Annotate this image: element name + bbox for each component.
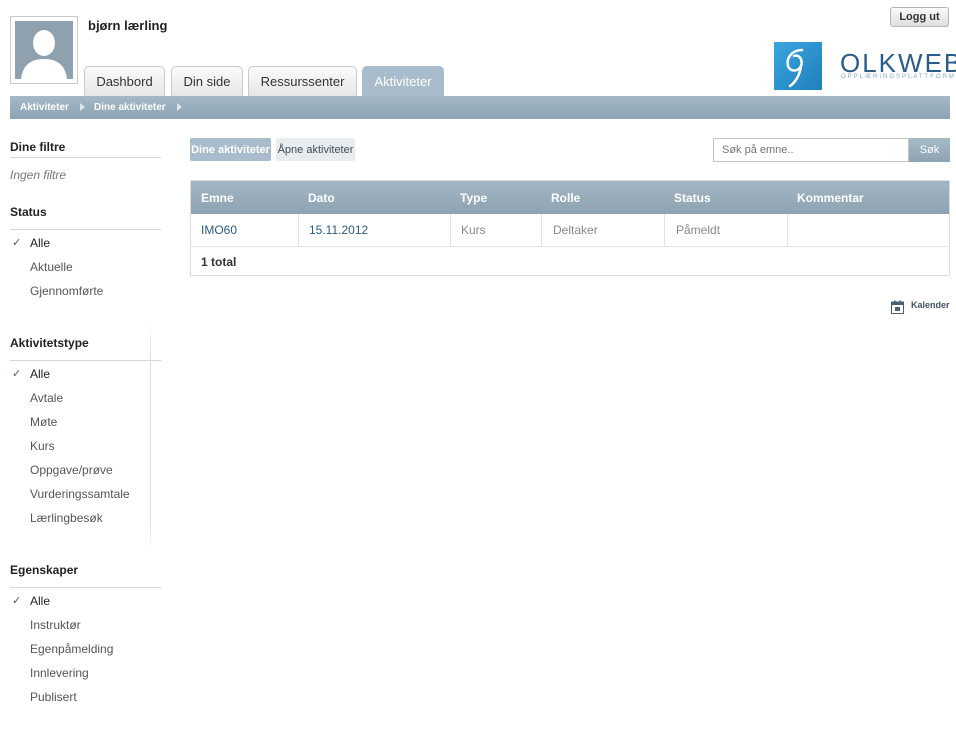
search-button[interactable]: Søk	[909, 138, 950, 162]
column-header-type[interactable]: Type	[460, 181, 487, 214]
cell-divider	[787, 214, 788, 246]
table-cell-status: Påmeldt	[676, 223, 721, 237]
filters-heading: Dine filtre	[10, 140, 66, 154]
status-filter-gjennomforte[interactable]: Gjennomførte	[30, 284, 103, 298]
type-filter-laerlingbesok[interactable]: Lærlingbesøk	[30, 511, 103, 525]
column-header-kommentar[interactable]: Kommentar	[797, 181, 864, 214]
dine-aktiviteter-button[interactable]: Dine aktiviteter	[190, 138, 271, 161]
apne-aktiviteter-button[interactable]: Åpne aktiviteter	[276, 138, 355, 161]
logout-button[interactable]: Logg ut	[890, 7, 949, 27]
tab-din-side[interactable]: Din side	[171, 66, 243, 96]
no-filters-text: Ingen filtre	[10, 168, 67, 182]
type-filter-mote[interactable]: Møte	[30, 415, 57, 429]
type-filter-avtale[interactable]: Avtale	[30, 391, 63, 405]
tab-aktiviteter[interactable]: Aktiviteter	[362, 66, 444, 96]
table-header: Emne Dato Type Rolle Status Kommentar	[191, 181, 949, 214]
breadcrumb-arrow-icon	[177, 103, 182, 111]
type-filter-kurs[interactable]: Kurs	[30, 439, 55, 453]
type-filter-oppgave[interactable]: Oppgave/prøve	[30, 463, 113, 477]
breadcrumb-arrow-icon	[80, 103, 85, 111]
status-filter-alle[interactable]: Alle	[30, 236, 50, 250]
sidebar-divider	[150, 322, 151, 552]
calendar-icon[interactable]	[891, 300, 904, 314]
row-divider	[191, 246, 949, 247]
property-filter-innlevering[interactable]: Innlevering	[30, 666, 89, 680]
cell-divider	[450, 214, 451, 246]
type-filter-alle[interactable]: Alle	[30, 367, 50, 381]
divider	[10, 587, 161, 588]
logo-icon	[774, 42, 822, 90]
divider	[10, 229, 161, 230]
calendar-link[interactable]: Kalender	[911, 300, 950, 310]
breadcrumb-item-dine-aktiviteter[interactable]: Dine aktiviteter	[94, 96, 166, 119]
tab-ressurssenter[interactable]: Ressurssenter	[248, 66, 357, 96]
column-header-dato[interactable]: Dato	[308, 181, 335, 214]
table-cell-dato[interactable]: 15.11.2012	[309, 214, 368, 246]
type-filter-vurderingssamtale[interactable]: Vurderingssamtale	[30, 487, 130, 501]
property-filter-egenpamelding[interactable]: Egenpåmelding	[30, 642, 113, 656]
tab-dashbord[interactable]: Dashbord	[84, 66, 165, 96]
checkmark-icon: ✓	[12, 237, 22, 249]
cell-divider	[664, 214, 665, 246]
activities-table: Emne Dato Type Rolle Status Kommentar IM…	[190, 180, 950, 276]
checkmark-icon: ✓	[12, 595, 22, 607]
search-input[interactable]	[713, 138, 909, 162]
column-header-emne[interactable]: Emne	[201, 181, 234, 214]
divider	[10, 157, 161, 158]
checkmark-icon: ✓	[12, 368, 22, 380]
breadcrumb-item-aktiviteter[interactable]: Aktiviteter	[20, 96, 69, 119]
logo-subtitle: OPPLÆRINGSPLATTFORM	[841, 74, 956, 80]
breadcrumb: Aktiviteter Dine aktiviteter	[10, 96, 950, 119]
column-header-rolle[interactable]: Rolle	[551, 181, 580, 214]
table-cell-rolle: Deltaker	[553, 223, 598, 237]
cell-divider	[298, 214, 299, 246]
property-filter-alle[interactable]: Alle	[30, 594, 50, 608]
status-filter-aktuelle[interactable]: Aktuelle	[30, 260, 73, 274]
total-count: 1 total	[201, 255, 237, 269]
cell-divider	[541, 214, 542, 246]
divider	[10, 360, 161, 361]
avatar	[10, 16, 78, 84]
column-header-status[interactable]: Status	[674, 181, 711, 214]
property-filter-publisert[interactable]: Publisert	[30, 690, 77, 704]
table-cell-type: Kurs	[461, 223, 486, 237]
status-heading: Status	[10, 205, 47, 219]
property-filter-instruktor[interactable]: Instruktør	[30, 618, 81, 632]
properties-heading: Egenskaper	[10, 563, 79, 577]
table-cell-emne[interactable]: IMO60	[201, 214, 237, 246]
username: bjørn lærling	[88, 18, 168, 33]
activity-type-heading: Aktivitetstype	[10, 336, 89, 350]
user-silhouette-icon	[15, 21, 73, 79]
